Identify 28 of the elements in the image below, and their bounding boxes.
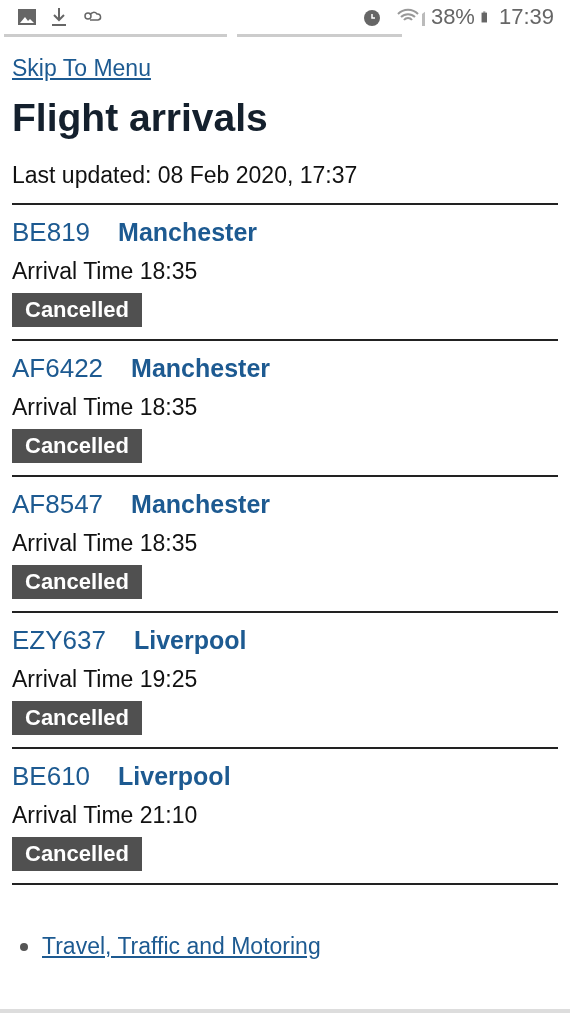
arrival-time: Arrival Time 18:35 bbox=[12, 530, 199, 557]
status-badge: Cancelled bbox=[12, 429, 142, 463]
arrival-time: Arrival Time 21:10 bbox=[12, 802, 199, 829]
origin-link[interactable]: Liverpool bbox=[118, 762, 231, 791]
origin-link[interactable]: Manchester bbox=[131, 490, 271, 519]
arrival-time: Arrival Time 18:35 bbox=[12, 394, 199, 421]
origin-link[interactable]: Manchester bbox=[118, 218, 258, 247]
flight-code-link[interactable]: AF8547 bbox=[12, 489, 104, 520]
status-badge: Cancelled bbox=[12, 293, 142, 327]
arrival-time: Arrival Time 18:35 bbox=[12, 258, 199, 285]
clock: 17:39 bbox=[498, 4, 554, 30]
status-badge: Cancelled bbox=[12, 701, 142, 735]
status-badge: Cancelled bbox=[12, 565, 142, 599]
battery-percentage: 38% bbox=[430, 4, 475, 30]
footer-link[interactable]: Travel, Traffic and Motoring bbox=[42, 933, 321, 960]
bullet-icon bbox=[20, 942, 28, 951]
origin-link[interactable]: Liverpool bbox=[133, 626, 247, 655]
origin-link[interactable]: Manchester bbox=[131, 354, 271, 383]
arrival-time: Arrival Time 19:25 bbox=[12, 666, 199, 693]
last-updated: Last updated: 08 Feb 2020, 17:37 bbox=[12, 162, 359, 189]
flight-code-link[interactable]: BE610 bbox=[12, 761, 91, 792]
status-badge: Cancelled bbox=[12, 837, 142, 871]
page-title: Flight arrivals bbox=[12, 96, 269, 140]
flight-code-link[interactable]: AF6422 bbox=[12, 353, 104, 384]
flight-code-link[interactable]: EZY637 bbox=[12, 625, 106, 656]
skip-link[interactable]: Skip To Menu bbox=[12, 55, 151, 82]
flight-code-link[interactable]: BE819 bbox=[12, 217, 91, 248]
image-icon bbox=[16, 6, 38, 28]
